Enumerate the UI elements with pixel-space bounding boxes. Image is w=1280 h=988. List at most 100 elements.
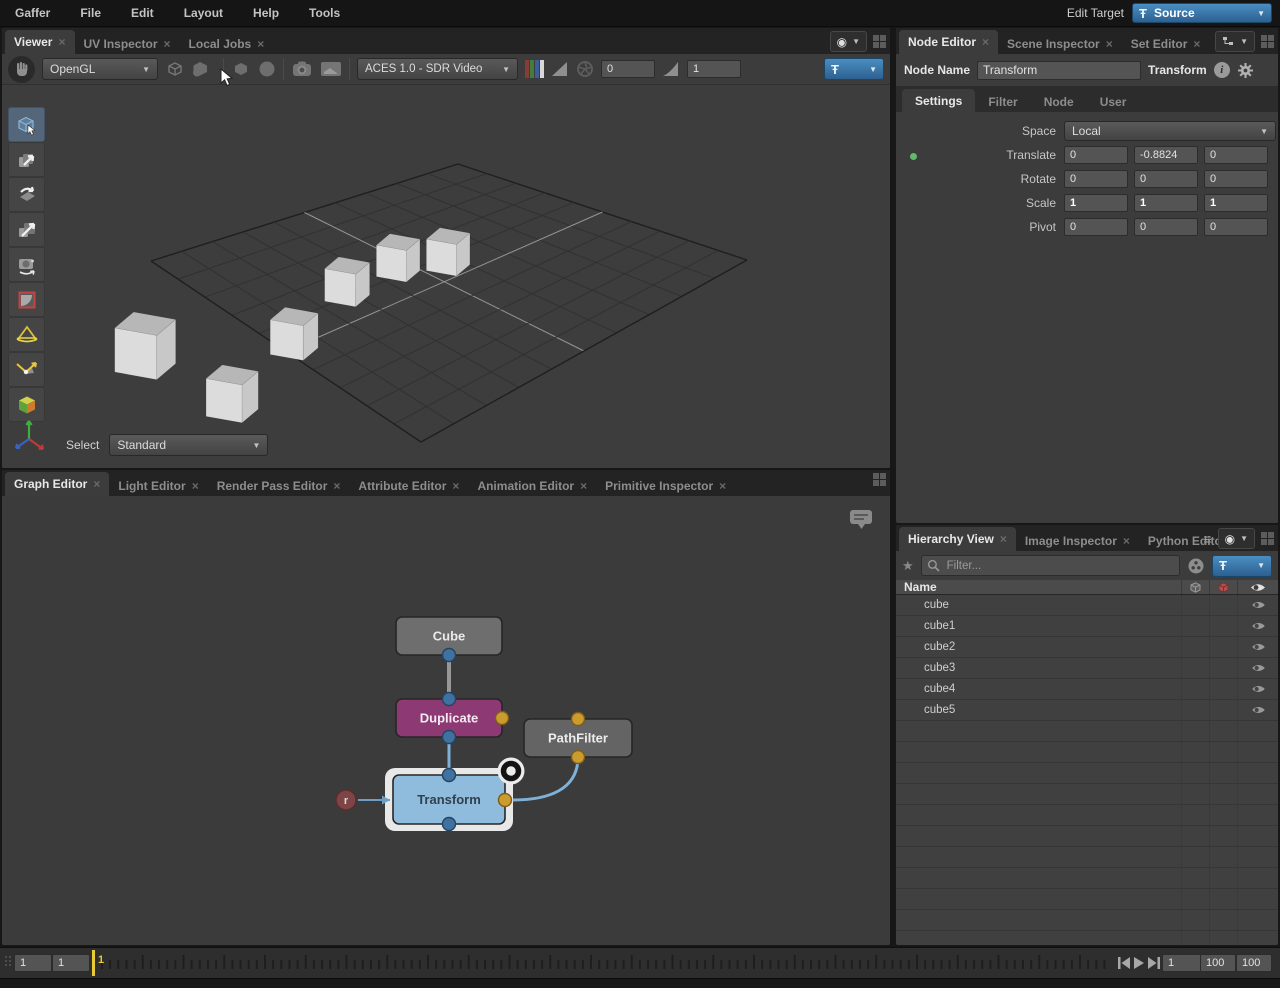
crop-window-tool-button[interactable] (8, 282, 45, 317)
select-objects-icon[interactable] (192, 59, 216, 79)
close-icon[interactable]: × (164, 37, 171, 51)
scene-end-frame-field[interactable] (1236, 954, 1272, 972)
rotate-tool-button[interactable] (8, 177, 45, 212)
viewer-pin-dropdown[interactable]: Ŧ ▼ (824, 58, 884, 80)
tab-render-pass-editor[interactable]: Render Pass Editor × (208, 475, 350, 496)
blue-port[interactable] (441, 767, 457, 783)
close-icon[interactable]: × (333, 479, 340, 493)
eye-icon[interactable] (1237, 931, 1278, 945)
eye-icon[interactable] (1237, 700, 1278, 720)
ghost-cube-column-icon[interactable] (1181, 580, 1209, 594)
eye-icon[interactable] (1237, 763, 1278, 783)
node-graph-canvas[interactable]: Cube Duplicate PathFilter Transform r (2, 496, 890, 945)
edit-target-dropdown[interactable]: Ŧ Source ▼ (1132, 3, 1272, 23)
playback-start-frame-field[interactable] (52, 954, 90, 972)
camera-tool-button[interactable] (8, 247, 45, 282)
camera-drag-hand-icon[interactable] (8, 55, 35, 83)
translate-y-field[interactable] (1134, 146, 1198, 164)
subtab-settings[interactable]: Settings (902, 89, 976, 112)
close-icon[interactable]: × (452, 479, 459, 493)
tab-light-editor[interactable]: Light Editor × (109, 475, 207, 496)
hierarchy-row[interactable]: cube3 (896, 658, 1278, 679)
frame-gadget-icon[interactable] (320, 60, 342, 78)
blue-port[interactable] (441, 647, 457, 663)
viewer-focus-menu-button[interactable]: ◉ ▼ (829, 31, 867, 52)
close-icon[interactable]: × (1106, 37, 1113, 51)
blue-port[interactable] (441, 691, 457, 707)
camera-icon[interactable] (291, 60, 313, 78)
yellow-port[interactable] (497, 792, 513, 808)
hierarchy-focus-menu-button[interactable]: ◉ ▼ (1217, 528, 1255, 549)
scale-z-field[interactable] (1204, 194, 1268, 212)
layout-grid-icon[interactable] (873, 35, 886, 48)
playback-end-frame-field[interactable] (1200, 954, 1236, 972)
tab-scene-inspector[interactable]: Scene Inspector × (998, 33, 1122, 54)
eye-icon[interactable] (1237, 637, 1278, 657)
exposure-icon[interactable] (551, 61, 569, 77)
menu-layout[interactable]: Layout (169, 6, 238, 20)
pivot-x-field[interactable] (1064, 218, 1128, 236)
subtab-filter[interactable]: Filter (975, 92, 1030, 112)
eye-icon[interactable] (1237, 595, 1278, 615)
close-icon[interactable]: × (1193, 37, 1200, 51)
layout-grid-icon[interactable] (1261, 532, 1274, 545)
tab-hierarchy-view[interactable]: Hierarchy View × (899, 527, 1016, 551)
eye-icon[interactable] (1237, 910, 1278, 930)
menu-edit[interactable]: Edit (116, 6, 169, 20)
display-transform-dropdown[interactable]: ACES 1.0 - SDR Video ▼ (357, 58, 518, 80)
hierarchy-row[interactable]: cube (896, 595, 1278, 616)
name-column-header[interactable]: Name (896, 580, 1181, 594)
blue-port[interactable] (441, 729, 457, 745)
channel-select-icon[interactable] (525, 60, 544, 78)
translate-x-field[interactable] (1064, 146, 1128, 164)
star-icon[interactable]: ★ (902, 558, 914, 574)
scene-cube[interactable] (376, 244, 407, 283)
exposure-field[interactable] (601, 60, 655, 78)
eye-icon[interactable] (1237, 658, 1278, 678)
close-icon[interactable]: × (93, 477, 100, 491)
scale-y-field[interactable] (1134, 194, 1198, 212)
tab-set-editor[interactable]: Set Editor × (1122, 33, 1210, 54)
aperture-icon[interactable] (576, 60, 594, 78)
close-icon[interactable]: × (257, 37, 264, 51)
scale-tool-button[interactable] (8, 212, 45, 247)
pivot-y-field[interactable] (1134, 218, 1198, 236)
yellow-port[interactable] (570, 749, 586, 765)
shaded-sphere-icon[interactable] (258, 60, 276, 78)
scale-x-field[interactable] (1064, 194, 1128, 212)
yellow-port[interactable] (570, 711, 586, 727)
close-icon[interactable]: × (982, 35, 989, 49)
close-icon[interactable]: × (580, 479, 587, 493)
wireframe-cube-icon[interactable] (165, 59, 185, 79)
tab-attribute-editor[interactable]: Attribute Editor × (349, 475, 468, 496)
gear-icon[interactable] (1237, 62, 1254, 79)
tab-graph-editor[interactable]: Graph Editor × (5, 472, 110, 496)
tab-animation-editor[interactable]: Animation Editor × (468, 475, 596, 496)
pivot-z-field[interactable] (1204, 218, 1268, 236)
eye-icon[interactable] (1237, 616, 1278, 636)
hierarchy-pin-dropdown[interactable]: Ŧ ▼ (1212, 554, 1272, 577)
close-icon[interactable]: × (1000, 532, 1007, 546)
gamma-icon[interactable] (662, 61, 680, 77)
light-cone-tool-button[interactable] (8, 317, 45, 352)
node-name-input[interactable] (977, 60, 1142, 80)
layout-grid-icon[interactable] (873, 473, 886, 486)
eye-icon[interactable] (1237, 721, 1278, 741)
menu-tools[interactable]: Tools (294, 6, 355, 20)
blue-port[interactable] (441, 816, 457, 832)
menu-help[interactable]: Help (238, 6, 294, 20)
current-frame-field[interactable] (1162, 954, 1204, 972)
yellow-port[interactable] (494, 710, 510, 726)
close-icon[interactable]: × (192, 479, 199, 493)
close-icon[interactable]: × (58, 35, 65, 49)
tab-viewer[interactable]: Viewer × (5, 30, 75, 54)
rotate-x-field[interactable] (1064, 170, 1128, 188)
light-position-tool-button[interactable] (8, 352, 45, 387)
menu-file[interactable]: File (65, 6, 116, 20)
hamburger-icon[interactable]: ≡ (1203, 531, 1211, 547)
subtab-user[interactable]: User (1087, 92, 1140, 112)
eye-icon[interactable] (1237, 826, 1278, 846)
tab-uv-inspector[interactable]: UV Inspector × (75, 33, 180, 54)
playhead[interactable] (92, 950, 95, 976)
scene-cube[interactable] (324, 268, 356, 308)
